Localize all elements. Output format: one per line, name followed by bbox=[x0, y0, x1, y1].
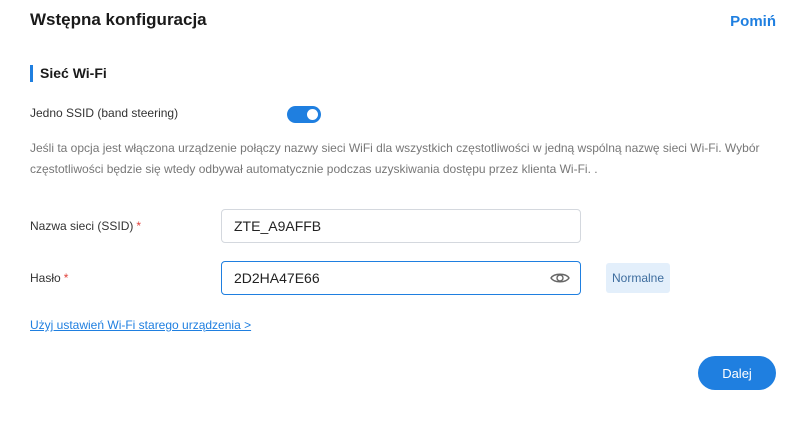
ssid-label-text: Nazwa sieci (SSID) bbox=[30, 219, 134, 233]
password-label-text: Hasło bbox=[30, 271, 61, 285]
ssid-input-value: ZTE_A9AFFB bbox=[234, 218, 322, 234]
ssid-label: Nazwa sieci (SSID) * bbox=[30, 219, 141, 233]
page-title: Wstępna konfiguracja bbox=[30, 10, 207, 29]
toggle-knob bbox=[307, 109, 318, 120]
skip-link[interactable]: Pomiń bbox=[730, 13, 776, 30]
single-ssid-description: Jeśli ta opcja jest włączona urządzenie … bbox=[30, 141, 760, 176]
password-input[interactable]: 2D2HA47E66 bbox=[221, 261, 581, 295]
password-input-value: 2D2HA47E66 bbox=[234, 270, 320, 286]
use-old-device-settings-link[interactable]: Użyj ustawień Wi-Fi starego urządzenia > bbox=[30, 318, 251, 332]
next-button[interactable]: Dalej bbox=[698, 356, 776, 390]
password-strength-badge: Normalne bbox=[606, 263, 671, 293]
section-header: Sieć Wi-Fi bbox=[30, 64, 107, 82]
single-ssid-label: Jedno SSID (band steering) bbox=[30, 106, 179, 120]
ssid-input[interactable]: ZTE_A9AFFB bbox=[221, 209, 581, 243]
section-accent-bar bbox=[30, 64, 33, 82]
required-mark: * bbox=[63, 271, 69, 285]
required-mark: * bbox=[136, 219, 142, 233]
section-title: Sieć Wi-Fi bbox=[40, 65, 107, 81]
password-label: Hasło * bbox=[30, 271, 68, 285]
single-ssid-toggle[interactable] bbox=[287, 106, 321, 123]
eye-icon[interactable] bbox=[550, 270, 570, 286]
